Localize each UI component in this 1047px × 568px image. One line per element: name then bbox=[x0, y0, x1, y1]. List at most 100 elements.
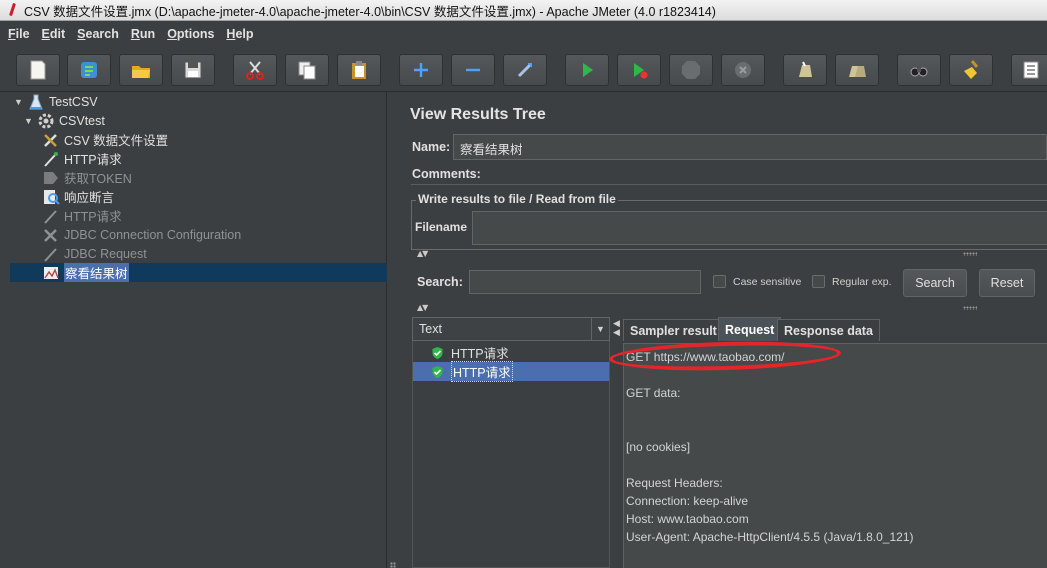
tree-node-label: JDBC Connection Configuration bbox=[64, 227, 242, 242]
request-line: Request Headers: bbox=[626, 476, 723, 490]
reset-button[interactable]: Reset bbox=[979, 269, 1035, 297]
collapse-arrows-icon[interactable]: ▲▼ bbox=[417, 249, 428, 258]
new-button[interactable] bbox=[16, 54, 60, 86]
request-line: [no cookies] bbox=[626, 440, 691, 454]
copy-icon bbox=[298, 61, 316, 80]
case-sensitive-checkbox[interactable] bbox=[713, 275, 726, 288]
shutdown-icon bbox=[735, 62, 751, 78]
tree-node-label: HTTP请求 bbox=[64, 210, 122, 224]
sample-results-list[interactable]: HTTP请求 HTTP请求 bbox=[412, 341, 610, 568]
test-plan-icon bbox=[29, 94, 43, 109]
start-no-pauses-button[interactable] bbox=[617, 54, 661, 86]
tree-node-jdbc-request[interactable]: JDBC Request bbox=[42, 244, 147, 263]
search-button[interactable]: Search bbox=[903, 269, 967, 297]
sampler-icon bbox=[44, 247, 57, 262]
sampler-icon bbox=[44, 209, 57, 224]
function-helper-icon bbox=[1023, 61, 1039, 79]
request-line: Host: www.taobao.com bbox=[626, 512, 749, 526]
collapse-icon bbox=[466, 68, 480, 72]
clear-icon bbox=[799, 61, 812, 77]
tree-node-thread-group[interactable]: ▼ CSVtest bbox=[24, 111, 105, 130]
tree-node-get-token[interactable]: 获取TOKEN bbox=[42, 168, 132, 187]
request-line bbox=[626, 420, 1045, 438]
menu-search[interactable]: Search bbox=[77, 27, 119, 41]
list-item-label: HTTP请求 bbox=[451, 361, 513, 382]
tree-node-testplan[interactable]: ▼ TestCSV bbox=[14, 92, 98, 111]
view-results-tree-panel: View Results Tree Name: 察看结果树 Comments: … bbox=[399, 92, 1047, 568]
tree-node-jdbc-config[interactable]: JDBC Connection Configuration bbox=[42, 225, 241, 244]
regex-label: Regular exp. bbox=[832, 276, 892, 288]
collapse-arrows-icon[interactable]: ▲▼ bbox=[417, 303, 428, 312]
expand-all-button[interactable] bbox=[399, 54, 443, 86]
tab-sampler-result[interactable]: Sampler result bbox=[623, 319, 724, 341]
splitter-grip-icon[interactable] bbox=[390, 562, 396, 568]
expand-icon bbox=[414, 63, 428, 77]
tree-node-view-results-tree[interactable]: 察看结果树 bbox=[10, 263, 387, 282]
success-shield-icon bbox=[432, 346, 443, 359]
toggle-button[interactable] bbox=[503, 54, 547, 86]
tree-node-label: 察看结果树 bbox=[64, 263, 129, 282]
write-results-group-title: Write results to file / Read from file bbox=[416, 192, 618, 206]
chevron-down-icon[interactable]: ▼ bbox=[591, 318, 609, 340]
resize-dots-icon[interactable] bbox=[963, 252, 977, 256]
name-field[interactable]: 察看结果树 bbox=[453, 134, 1047, 160]
renderer-select[interactable]: Text ▼ bbox=[412, 317, 610, 341]
listener-icon bbox=[44, 266, 59, 279]
cut-button[interactable] bbox=[233, 54, 277, 86]
copy-button[interactable] bbox=[285, 54, 329, 86]
panel-splitter[interactable] bbox=[387, 92, 399, 568]
shutdown-button[interactable] bbox=[721, 54, 765, 86]
tab-response-data[interactable]: Response data bbox=[777, 319, 880, 341]
reset-search-button[interactable] bbox=[949, 54, 993, 86]
templates-icon bbox=[81, 62, 97, 78]
tab-request[interactable]: Request bbox=[718, 317, 782, 341]
menu-options[interactable]: Options bbox=[167, 27, 214, 41]
tree-node-http-request[interactable]: HTTP请求 bbox=[42, 149, 122, 168]
tree-node-response-assertion[interactable]: 响应断言 bbox=[42, 187, 114, 206]
jmeter-logo-icon bbox=[6, 2, 20, 18]
tree-node-label: HTTP请求 bbox=[64, 153, 122, 167]
tree-node-label: TestCSV bbox=[49, 94, 98, 109]
menu-run[interactable]: Run bbox=[131, 27, 155, 41]
clear-all-button[interactable] bbox=[835, 54, 879, 86]
menu-bar: File Edit Search Run Options Help bbox=[0, 22, 1047, 46]
list-item-selected[interactable]: HTTP请求 bbox=[413, 361, 609, 382]
paste-icon bbox=[352, 61, 366, 79]
list-item[interactable]: HTTP请求 bbox=[413, 343, 609, 362]
result-tabs: Sampler result Request Response data bbox=[623, 317, 1047, 341]
thread-group-icon bbox=[38, 113, 54, 128]
tree-node-label: CSV 数据文件设置 bbox=[64, 134, 169, 148]
save-button[interactable] bbox=[171, 54, 215, 86]
start-button[interactable] bbox=[565, 54, 609, 86]
menu-help[interactable]: Help bbox=[226, 27, 253, 41]
save-icon bbox=[184, 61, 202, 79]
tab-scroll-arrows-icon[interactable]: ◀ ◀ bbox=[613, 320, 620, 338]
expand-arrow-icon[interactable]: ▼ bbox=[14, 97, 24, 107]
tree-node-csv-config[interactable]: CSV 数据文件设置 bbox=[42, 130, 168, 149]
paste-button[interactable] bbox=[337, 54, 381, 86]
tree-node-label: 获取TOKEN bbox=[64, 172, 132, 186]
window-title: CSV 数据文件设置.jmx (D:\apache-jmeter-4.0\apa… bbox=[24, 4, 716, 19]
tree-node-label: 响应断言 bbox=[64, 191, 115, 205]
expand-arrow-icon[interactable]: ▼ bbox=[24, 116, 34, 126]
filename-input[interactable] bbox=[472, 211, 1047, 245]
comments-label: Comments: bbox=[412, 167, 481, 181]
request-line: Connection: keep-alive bbox=[626, 494, 749, 508]
test-plan-tree[interactable]: ▼ TestCSV ▼ CSVtest CSV 数据文件设置 HTTP请求 获取… bbox=[10, 92, 387, 568]
collapse-all-button[interactable] bbox=[451, 54, 495, 86]
clear-button[interactable] bbox=[783, 54, 827, 86]
open-button[interactable] bbox=[119, 54, 163, 86]
request-line: User-Agent: Apache-HttpClient/4.5.5 (Jav… bbox=[626, 530, 914, 544]
search-button[interactable] bbox=[897, 54, 941, 86]
menu-edit[interactable]: Edit bbox=[42, 27, 66, 41]
menu-file[interactable]: File bbox=[8, 27, 30, 41]
function-helper-button[interactable] bbox=[1011, 54, 1047, 86]
regex-checkbox[interactable] bbox=[812, 275, 825, 288]
request-text-area[interactable]: GET https://www.taobao.com/ GET data: [n… bbox=[623, 343, 1047, 568]
tree-node-http-request-disabled[interactable]: HTTP请求 bbox=[42, 206, 122, 225]
resize-dots-icon[interactable] bbox=[963, 306, 977, 310]
search-input[interactable] bbox=[469, 270, 701, 294]
templates-button[interactable] bbox=[67, 54, 111, 86]
stop-button[interactable] bbox=[669, 54, 713, 86]
filename-label: Filename bbox=[415, 220, 468, 234]
